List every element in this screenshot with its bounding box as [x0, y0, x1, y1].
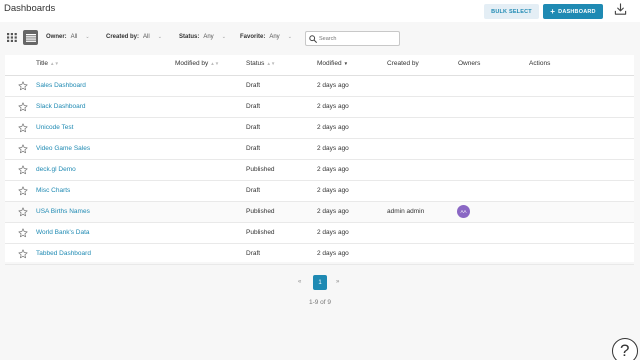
created-by-filter-value: All — [143, 34, 150, 40]
modified-cell: 2 days ago — [317, 124, 349, 131]
dashboard-title-link[interactable]: Slack Dashboard — [36, 103, 86, 110]
chevron-down-icon: ⌄ — [221, 34, 226, 40]
created-by-filter[interactable]: Created by: All ⌄ — [106, 34, 162, 40]
avatar: AA — [457, 205, 470, 218]
column-header-modified-by[interactable]: Modified by ▲▼ — [175, 60, 219, 67]
favorite-star-icon[interactable] — [18, 102, 28, 112]
favorite-filter-label: Favorite: — [240, 34, 266, 40]
modified-cell: 2 days ago — [317, 250, 349, 257]
created-by-cell: admin admin — [387, 208, 425, 215]
status-filter-value: Any — [203, 34, 214, 40]
page-1-button[interactable]: 1 — [313, 275, 327, 290]
import-icon[interactable] — [614, 3, 627, 16]
dashboard-title-link[interactable]: USA Births Names — [36, 208, 90, 215]
modified-cell: 2 days ago — [317, 208, 349, 215]
pagination-summary: 1-9 of 9 — [308, 299, 332, 306]
status-cell: Draft — [246, 124, 261, 131]
table-row: Slack Dashboard Draft 2 days ago — [5, 97, 634, 118]
table-row: Misc Charts Draft 2 days ago — [5, 181, 634, 202]
filter-bar: Owner: All ⌄ Created by: All ⌄ Status: Any ⌄ F… — [0, 28, 640, 50]
dashboards-table: Title ▲▼ Modified by ▲▼ Status ▲▼ Modified ▼… — [5, 55, 634, 265]
status-filter[interactable]: Status: Any ⌄ — [179, 34, 226, 40]
dashboard-title-link[interactable]: deck.gl Demo — [36, 166, 76, 173]
search-icon — [309, 35, 317, 43]
column-header-title[interactable]: Title ▲▼ — [36, 60, 59, 67]
card-view-icon — [6, 33, 17, 42]
favorite-star-icon[interactable] — [18, 228, 28, 238]
modified-cell: 2 days ago — [317, 145, 349, 152]
status-cell: Published — [246, 208, 275, 215]
owner-filter[interactable]: Owner: All ⌄ — [46, 34, 90, 40]
favorite-star-icon[interactable] — [18, 144, 28, 154]
sort-descending-icon: ▼ — [343, 61, 349, 66]
favorite-star-icon[interactable] — [18, 249, 28, 259]
sort-icon: ▲▼ — [210, 61, 220, 66]
search-input[interactable] — [319, 33, 397, 44]
favorite-star-icon[interactable] — [18, 207, 28, 217]
dashboard-title-link[interactable]: Misc Charts — [36, 187, 70, 194]
chevron-down-icon: ⌄ — [287, 34, 292, 40]
sort-icon: ▲▼ — [50, 61, 59, 66]
status-cell: Draft — [246, 145, 261, 152]
column-header-status[interactable]: Status ▲▼ — [246, 60, 275, 67]
table-row: Tabbed Dashboard Draft 2 days ago — [5, 244, 634, 265]
table-row: Sales Dashboard Draft 2 days ago — [5, 76, 634, 97]
status-filter-label: Status: — [179, 34, 200, 40]
column-header-owners: Owners — [458, 60, 481, 67]
column-header-created-by: Created by — [387, 60, 419, 67]
search-box[interactable] — [305, 31, 400, 46]
favorite-filter-value: Any — [269, 34, 280, 40]
list-view-toggle[interactable] — [23, 30, 38, 45]
modified-cell: 2 days ago — [317, 187, 349, 194]
top-bar: Dashboards BULK SELECT + DASHBOARD — [0, 0, 640, 22]
status-cell: Draft — [246, 187, 261, 194]
dashboard-title-link[interactable]: Unicode Test — [36, 124, 73, 131]
table-row: Unicode Test Draft 2 days ago — [5, 118, 634, 139]
list-view-icon — [25, 33, 36, 42]
chevron-down-icon: ⌄ — [85, 34, 90, 40]
dashboard-title-link[interactable]: Video Game Sales — [36, 145, 90, 152]
favorite-star-icon[interactable] — [18, 81, 28, 91]
status-cell: Published — [246, 229, 275, 236]
sort-icon: ▲▼ — [266, 61, 276, 66]
table-row: USA Births Names Published 2 days ago admin… — [5, 202, 634, 223]
pagination: « 1 » — [290, 275, 350, 290]
owner-filter-label: Owner: — [46, 34, 67, 40]
favorite-star-icon[interactable] — [18, 186, 28, 196]
favorite-star-icon[interactable] — [18, 165, 28, 175]
card-view-toggle[interactable] — [5, 31, 18, 44]
chevron-down-icon: ⌄ — [157, 34, 162, 40]
dashboard-title-link[interactable]: Sales Dashboard — [36, 82, 86, 89]
owner-filter-value: All — [70, 34, 78, 40]
status-cell: Draft — [246, 82, 261, 89]
column-header-actions: Actions — [529, 60, 551, 67]
created-by-filter-label: Created by: — [106, 34, 140, 40]
column-header-modified[interactable]: Modified ▼ — [317, 60, 348, 67]
status-cell: Draft — [246, 250, 261, 257]
add-dashboard-label: DASHBOARD — [558, 8, 596, 15]
status-cell: Draft — [246, 103, 261, 110]
favorite-star-icon[interactable] — [18, 123, 28, 133]
dashboard-title-link[interactable]: World Bank's Data — [36, 229, 90, 236]
prev-page-button[interactable]: « — [298, 279, 301, 285]
modified-cell: 2 days ago — [317, 103, 349, 110]
table-row: Video Game Sales Draft 2 days ago — [5, 139, 634, 160]
table-row: deck.gl Demo Published 2 days ago — [5, 160, 634, 181]
status-cell: Published — [246, 166, 275, 173]
help-button[interactable]: ? — [612, 338, 638, 360]
next-page-button[interactable]: » — [336, 279, 339, 285]
help-icon: ? — [620, 341, 630, 360]
modified-cell: 2 days ago — [317, 82, 349, 89]
page-title: Dashboards — [4, 3, 56, 14]
favorite-filter[interactable]: Favorite: Any ⌄ — [240, 34, 292, 40]
modified-cell: 2 days ago — [317, 229, 349, 236]
table-row: World Bank's Data Published 2 days ago — [5, 223, 634, 244]
add-dashboard-button[interactable]: + DASHBOARD — [543, 4, 603, 19]
plus-icon: + — [550, 6, 556, 16]
dashboard-title-link[interactable]: Tabbed Dashboard — [36, 250, 91, 257]
modified-cell: 2 days ago — [317, 166, 349, 173]
bulk-select-button[interactable]: BULK SELECT — [484, 4, 539, 19]
